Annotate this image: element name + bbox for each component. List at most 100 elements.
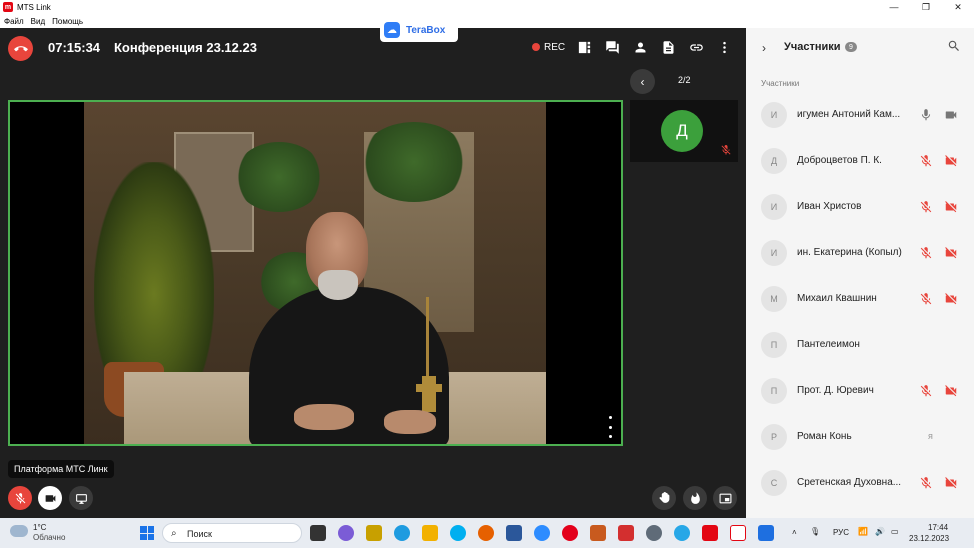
weather-description[interactable]: Облачно xyxy=(33,533,65,542)
recording-label[interactable]: REC xyxy=(544,42,565,53)
microphone-toggle-button[interactable] xyxy=(8,486,32,510)
mic-muted-icon[interactable] xyxy=(919,384,933,398)
mic-icon[interactable] xyxy=(919,108,933,122)
app-icon[interactable] xyxy=(758,525,774,541)
conference-area: 07:15:34 Конференция 23.12.23 ☁ TeraBox … xyxy=(0,18,746,518)
volume-icon[interactable]: 🔊 xyxy=(875,527,885,536)
menu-help[interactable]: Помощь xyxy=(52,17,83,26)
firefox-icon[interactable] xyxy=(478,525,494,541)
widgets-icon[interactable] xyxy=(366,525,382,541)
task-view-icon[interactable] xyxy=(310,525,326,541)
video-camera-icon[interactable] xyxy=(944,108,958,122)
video-hand xyxy=(384,410,436,434)
app-icon[interactable] xyxy=(590,525,606,541)
video-frame xyxy=(84,102,546,444)
tray-expand-icon[interactable]: ˄ xyxy=(792,528,797,537)
microphone-tray-icon[interactable]: 🎙 xyxy=(810,527,820,536)
video-off-icon[interactable] xyxy=(944,292,958,306)
window-controls: — ❐ ✕ xyxy=(878,0,974,14)
participant-thumbnail[interactable]: Д xyxy=(630,100,738,162)
minimize-button[interactable]: — xyxy=(878,0,910,14)
video-off-icon[interactable] xyxy=(944,246,958,260)
windows-logo-icon xyxy=(147,533,154,540)
participant-row[interactable]: Р Роман Конь я xyxy=(746,418,974,458)
participant-row[interactable]: Д Доброцветов П. К. xyxy=(746,142,974,182)
weather-temperature[interactable]: 1°C xyxy=(33,523,46,532)
agenda-button[interactable] xyxy=(575,38,593,56)
video-plant xyxy=(359,122,469,202)
search-icon[interactable] xyxy=(947,39,961,53)
taskbar-search[interactable]: ⌕ Поиск xyxy=(162,523,302,543)
camera-toggle-button[interactable] xyxy=(38,486,62,510)
participant-row[interactable]: Иин. Екатерина (Копыл) xyxy=(746,234,974,274)
participants-button[interactable] xyxy=(631,38,649,56)
picture-in-picture-button[interactable] xyxy=(713,486,737,510)
participant-row[interactable]: М Михаил Квашнин xyxy=(746,280,974,320)
mic-muted-icon[interactable] xyxy=(919,246,933,260)
participant-row[interactable]: П Прот. Д. Юревич xyxy=(746,372,974,412)
page-counter: 2/2 xyxy=(678,75,691,85)
teams-icon[interactable] xyxy=(338,525,354,541)
clock-time[interactable]: 17:44 xyxy=(928,523,948,532)
pdf-reader-icon[interactable] xyxy=(618,525,634,541)
chat-button[interactable] xyxy=(603,38,621,56)
input-language[interactable]: РУС xyxy=(833,528,849,537)
participant-row[interactable]: П Пантелеимон xyxy=(746,326,974,366)
yandex-browser-icon[interactable] xyxy=(730,525,746,541)
participant-name: игумен Антоний Кам... xyxy=(797,109,901,120)
skype-icon[interactable] xyxy=(450,525,466,541)
terabox-widget[interactable]: ☁ TeraBox xyxy=(380,18,458,42)
dot-icon xyxy=(609,425,612,429)
mic-muted-icon[interactable] xyxy=(919,476,933,490)
menu-view[interactable]: Вид xyxy=(31,17,45,26)
close-window-button[interactable]: ✕ xyxy=(942,0,974,14)
participant-row[interactable]: Иигумен Антоний Кам... xyxy=(746,96,974,136)
video-chain xyxy=(426,297,429,377)
start-button[interactable] xyxy=(140,526,154,540)
dot-icon xyxy=(609,435,612,438)
participant-count-badge: 9 xyxy=(845,42,857,52)
battery-icon[interactable]: ▭ xyxy=(891,527,899,536)
pectoral-cross-icon xyxy=(422,376,436,412)
files-button[interactable] xyxy=(659,38,677,56)
raise-hand-button[interactable] xyxy=(652,486,676,510)
mic-muted-icon[interactable] xyxy=(919,292,933,306)
word-icon[interactable] xyxy=(506,525,522,541)
participant-row[interactable]: И Иван Христов xyxy=(746,188,974,228)
link-button[interactable] xyxy=(687,38,705,56)
previous-page-button[interactable]: ‹ xyxy=(630,69,655,94)
mic-muted-icon[interactable] xyxy=(919,200,933,214)
opera-icon[interactable] xyxy=(562,525,578,541)
screen-share-icon xyxy=(75,493,87,504)
zoom-icon[interactable] xyxy=(534,525,550,541)
screen-share-button[interactable] xyxy=(69,486,93,510)
video-off-icon[interactable] xyxy=(944,384,958,398)
video-off-icon[interactable] xyxy=(944,200,958,214)
video-croton-plant xyxy=(94,162,214,382)
mic-muted-icon[interactable] xyxy=(919,154,933,168)
participant-name: Иван Христов xyxy=(797,201,862,212)
webcam-app-icon[interactable] xyxy=(646,525,662,541)
video-off-icon[interactable] xyxy=(944,476,958,490)
menu-file[interactable]: Файл xyxy=(4,17,24,26)
clock-date[interactable]: 23.12.2023 xyxy=(909,534,949,543)
window-titlebar: m MTS Link — ❐ ✕ xyxy=(0,0,974,14)
video-off-icon[interactable] xyxy=(944,154,958,168)
mts-link-taskbar-icon[interactable] xyxy=(702,525,718,541)
reactions-button[interactable] xyxy=(683,486,707,510)
kebab-menu-icon xyxy=(722,41,726,53)
avatar: М xyxy=(761,286,787,312)
wifi-icon[interactable]: 📶 xyxy=(858,527,868,536)
participant-row[interactable]: С Сретенская Духовна... xyxy=(746,464,974,504)
collapse-panel-button[interactable]: › xyxy=(762,41,766,55)
telegram-icon[interactable] xyxy=(674,525,690,541)
file-explorer-icon[interactable] xyxy=(422,525,438,541)
phone-hangup-icon xyxy=(13,45,28,51)
hang-up-button[interactable] xyxy=(8,36,33,61)
video-options-button[interactable] xyxy=(609,416,613,438)
edge-icon[interactable] xyxy=(394,525,410,541)
more-options-button[interactable] xyxy=(715,38,733,56)
window-title: MTS Link xyxy=(17,2,51,12)
main-speaker-video[interactable] xyxy=(8,100,623,446)
maximize-button[interactable]: ❐ xyxy=(910,0,942,14)
